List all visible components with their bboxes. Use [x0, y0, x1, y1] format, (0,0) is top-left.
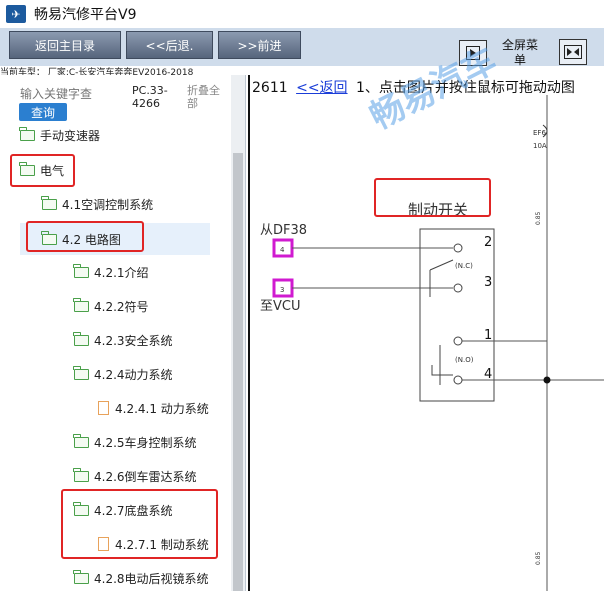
- tree-item-body-control[interactable]: 4.2.5车身控制系统: [73, 430, 197, 454]
- tree-item-brake-system-page[interactable]: 4.2.7.1 制动系统: [98, 532, 209, 556]
- fuse-label-1: EF6: [533, 129, 546, 137]
- folder-icon: [19, 161, 35, 176]
- tree-item-label: 4.1空调控制系统: [62, 197, 154, 212]
- folder-icon: [73, 569, 89, 584]
- collapse-menu-button[interactable]: [559, 39, 587, 65]
- tree-item-label: 4.2.7底盘系统: [94, 503, 173, 518]
- forward-button[interactable]: >>前进: [218, 31, 301, 59]
- tree-item-label: 4.2 电路图: [62, 232, 121, 247]
- page-icon: [98, 537, 109, 551]
- tree-item-power-mirror[interactable]: 4.2.8电动后视镜系统: [73, 566, 209, 590]
- folder-icon: [41, 230, 57, 245]
- folder-icon: [19, 126, 35, 141]
- collapse-icon: [564, 45, 582, 59]
- folder-icon: [73, 467, 89, 482]
- tree-item-electrical[interactable]: 电气: [19, 158, 65, 182]
- brake-switch-box: [419, 228, 495, 402]
- folder-icon: [73, 501, 89, 516]
- tree-item-label: 4.2.5车身控制系统: [94, 435, 197, 450]
- folder-icon: [73, 433, 89, 448]
- folder-icon: [73, 365, 89, 380]
- back-button[interactable]: <<后退.: [126, 31, 213, 59]
- terminal-2-label: 2: [484, 235, 492, 250]
- fullscreen-menu-label: 全屏菜单: [501, 38, 538, 67]
- tree-scrollbar[interactable]: [231, 75, 245, 591]
- diagram-panel: 2611 <<返回 1、点击图片并按住鼠标可拖动动图 EF6 10A 0.85 …: [248, 40, 604, 591]
- tree-item-chassis-system[interactable]: 4.2.7底盘系统: [73, 498, 173, 522]
- tree-item-safety-system[interactable]: 4.2.3安全系统: [73, 328, 173, 352]
- terminal-3-label: 3: [484, 275, 492, 290]
- terminal-4-label: 4: [484, 367, 492, 382]
- tree-item-symbols[interactable]: 4.2.2符号: [73, 294, 149, 318]
- search-button[interactable]: 查询: [19, 103, 67, 121]
- from-connector-label: 从DF38: [260, 223, 307, 238]
- app-logo-icon: ✈: [6, 5, 26, 23]
- tree-item-label: 手动变速器: [40, 128, 101, 143]
- component-label: 制动开关: [408, 201, 468, 219]
- tree-item-label: 4.2.6倒车雷达系统: [94, 469, 197, 484]
- tree-item-power-system[interactable]: 4.2.4动力系统: [73, 362, 173, 386]
- tree-item-label: 4.2.7.1 制动系统: [115, 537, 209, 552]
- tree-item-parking-radar[interactable]: 4.2.6倒车雷达系统: [73, 464, 197, 488]
- tree-item-label: 4.2.4动力系统: [94, 367, 173, 382]
- navigation-panel: 查询 PC.33-4266 折叠全部 手动变速器 电气 4.1空调控制系统 4.…: [0, 75, 246, 591]
- tree-item-label: 电气: [40, 163, 65, 178]
- tree-item-circuit-diagram[interactable]: 4.2 电路图: [20, 223, 210, 255]
- pin-marker-3-label: 3: [280, 286, 284, 294]
- wire-size-label-1: 0.85: [535, 211, 542, 225]
- nc-label: (N.C): [455, 262, 473, 270]
- document-code: PC.33-4266: [132, 84, 168, 110]
- folder-icon: [73, 297, 89, 312]
- folder-icon: [41, 195, 57, 210]
- no-label: (N.O): [455, 356, 474, 364]
- tree-item-label: 4.2.4.1 动力系统: [115, 401, 209, 416]
- page-number: 2611: [252, 80, 288, 95]
- circuit-diagram[interactable]: EF6 10A 0.85 0.85 制动开关 从DF38 至VCU 4 3 2 …: [250, 95, 604, 591]
- tree-item-label: 4.2.1介绍: [94, 265, 149, 280]
- tree-item-label: 4.2.8电动后视镜系统: [94, 571, 209, 586]
- title-bar: ✈ 畅易汽修平台V9: [0, 0, 604, 28]
- home-button[interactable]: 返回主目录: [9, 31, 121, 59]
- terminal-1-label: 1: [484, 328, 492, 343]
- to-connector-label: 至VCU: [260, 299, 301, 314]
- tree-item-label: 4.2.2符号: [94, 299, 149, 314]
- search-row: 查询 PC.33-4266 折叠全部: [0, 75, 232, 123]
- tree-item-introduction[interactable]: 4.2.1介绍: [73, 260, 149, 284]
- fuse-label-2: 10A: [533, 142, 547, 150]
- pin-marker-4-label: 4: [280, 246, 285, 254]
- folder-icon: [73, 331, 89, 346]
- page-icon: [98, 401, 109, 415]
- tree-item-power-system-page[interactable]: 4.2.4.1 动力系统: [98, 396, 209, 420]
- return-link[interactable]: <<返回: [296, 80, 347, 95]
- window-title: 畅易汽修平台V9: [34, 7, 137, 23]
- scrollbar-thumb[interactable]: [233, 153, 243, 591]
- collapse-all-button[interactable]: 折叠全部: [187, 84, 227, 110]
- tree-item-ac-control[interactable]: 4.1空调控制系统: [41, 192, 154, 216]
- wire-size-label-2: 0.85: [535, 551, 542, 565]
- tree-item-manual-transmission[interactable]: 手动变速器: [19, 123, 101, 147]
- tree-item-label: 4.2.3安全系统: [94, 333, 173, 348]
- folder-icon: [73, 263, 89, 278]
- search-input[interactable]: [20, 85, 124, 103]
